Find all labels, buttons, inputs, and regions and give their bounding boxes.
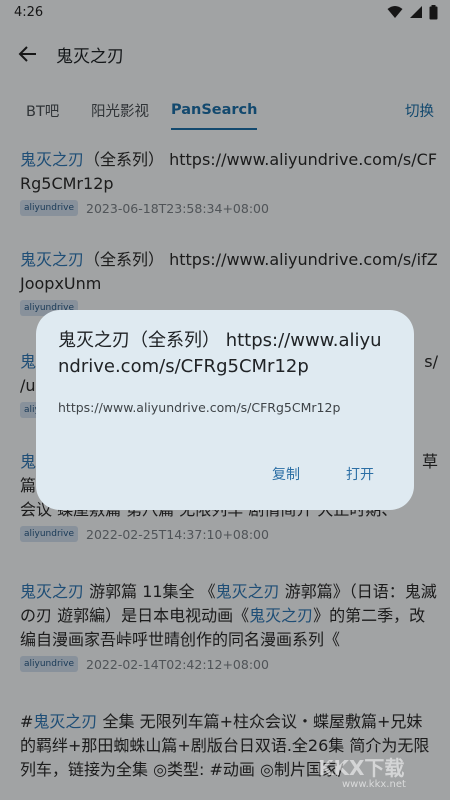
app-screen: 4:26 鬼灭之刃 BT吧 阳光影视 PanSearch 切换 鬼灭之刃（全系列… xyxy=(0,0,450,800)
dialog-actions: 复制 打开 xyxy=(272,464,374,484)
open-button[interactable]: 打开 xyxy=(346,464,374,484)
dialog-title: 鬼灭之刃（全系列） https://www.aliyundrive.com/s/… xyxy=(58,330,382,377)
watermark-logo: KKX下载 xyxy=(318,756,405,780)
copy-button[interactable]: 复制 xyxy=(272,464,300,484)
dialog-message: https://www.aliyundrive.com/s/CFRg5CMr12… xyxy=(58,400,341,415)
link-dialog: 鬼灭之刃（全系列） https://www.aliyundrive.com/s/… xyxy=(36,310,414,510)
watermark-url: www.kkx.net xyxy=(342,779,406,790)
